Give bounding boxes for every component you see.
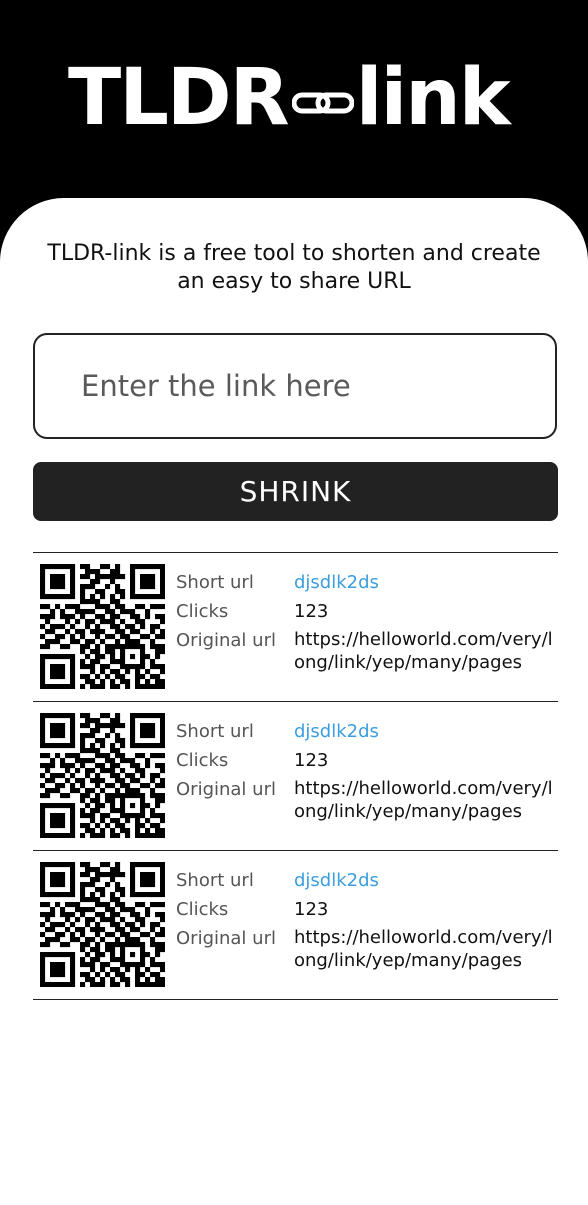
result-labels: Short url Clicks Original url — [176, 568, 276, 655]
main-card: TLDR-link is a free tool to shorten and … — [0, 198, 588, 1205]
original-url-label: Original url — [176, 630, 276, 651]
page-header: TLDR link — [0, 0, 588, 215]
shrink-button[interactable]: SHRINK — [33, 462, 558, 521]
original-url-label: Original url — [176, 779, 276, 800]
original-url-label: Original url — [176, 928, 276, 949]
short-url-link[interactable]: djsdlk2ds — [294, 866, 556, 895]
logo-text-right: link — [355, 53, 511, 143]
short-url-link[interactable]: djsdlk2ds — [294, 717, 556, 746]
link-chain-icon — [291, 92, 354, 114]
logo-text-left: TLDR — [68, 53, 290, 143]
tagline: TLDR-link is a free tool to shorten and … — [47, 241, 541, 294]
app-logo[interactable]: TLDR link — [68, 53, 511, 143]
original-url-value: https://helloworld.com/very/long/link/ye… — [294, 778, 553, 822]
result-values: djsdlk2ds 123 https://helloworld.com/ver… — [294, 717, 556, 823]
short-url-link[interactable]: djsdlk2ds — [294, 568, 556, 597]
qr-code-icon[interactable] — [40, 862, 165, 987]
result-labels: Short url Clicks Original url — [176, 866, 276, 953]
short-url-label: Short url — [176, 870, 254, 891]
short-url-label: Short url — [176, 721, 254, 742]
clicks-value: 123 — [294, 750, 329, 771]
result-row: Short url Clicks Original url djsdlk2ds … — [33, 553, 558, 702]
short-url-label: Short url — [176, 572, 254, 593]
original-url-value: https://helloworld.com/very/long/link/ye… — [294, 927, 553, 971]
qr-code-icon[interactable] — [40, 564, 165, 689]
result-labels: Short url Clicks Original url — [176, 717, 276, 804]
clicks-value: 123 — [294, 899, 329, 920]
clicks-label: Clicks — [176, 601, 229, 622]
clicks-label: Clicks — [176, 899, 229, 920]
result-values: djsdlk2ds 123 https://helloworld.com/ver… — [294, 866, 556, 972]
link-input[interactable] — [33, 333, 557, 439]
qr-code-icon[interactable] — [40, 713, 165, 838]
result-row: Short url Clicks Original url djsdlk2ds … — [33, 702, 558, 851]
clicks-value: 123 — [294, 601, 329, 622]
result-row: Short url Clicks Original url djsdlk2ds … — [33, 851, 558, 1000]
result-values: djsdlk2ds 123 https://helloworld.com/ver… — [294, 568, 556, 674]
clicks-label: Clicks — [176, 750, 229, 771]
results-list: Short url Clicks Original url djsdlk2ds … — [33, 552, 558, 1000]
original-url-value: https://helloworld.com/very/long/link/ye… — [294, 629, 553, 673]
